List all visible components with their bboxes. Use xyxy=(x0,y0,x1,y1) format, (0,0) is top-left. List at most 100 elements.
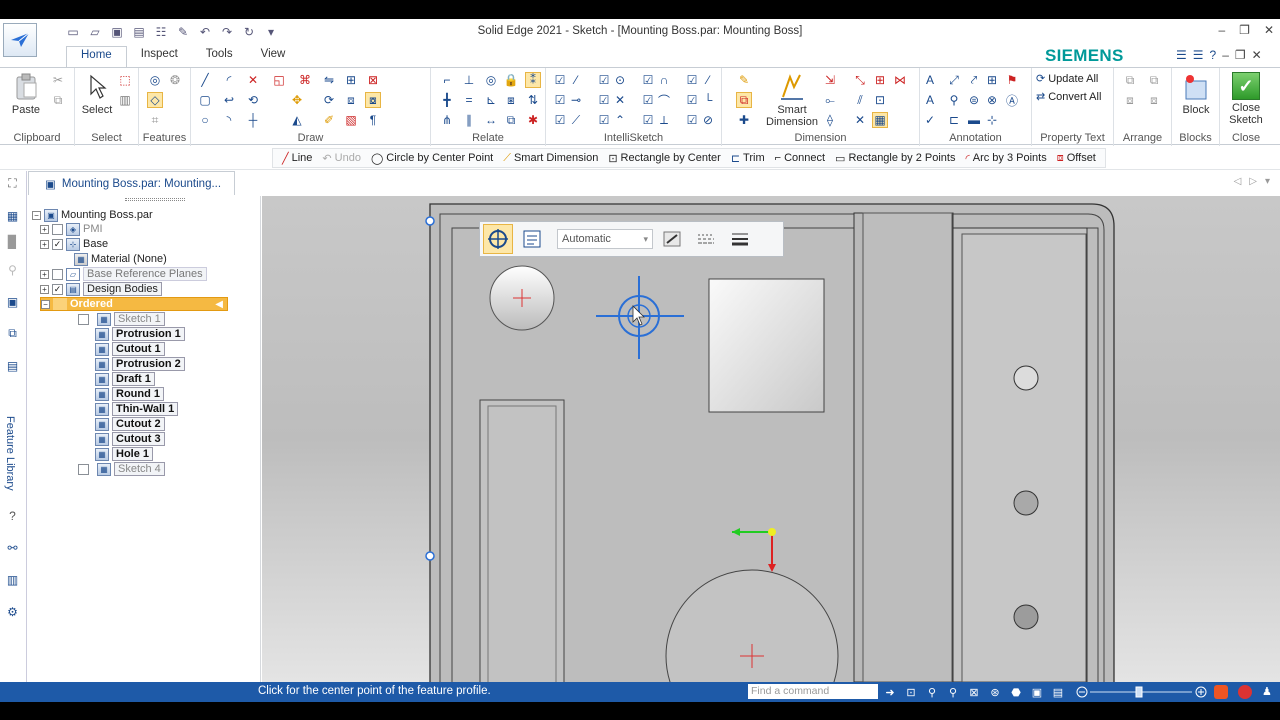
frame-icon[interactable]: ⊏ xyxy=(946,112,962,128)
rigid-icon[interactable]: ⧆ xyxy=(503,92,519,108)
tree-feature[interactable]: ▦ Thin-Wall 1 xyxy=(95,402,179,416)
point-on-icon[interactable]: ⟋ xyxy=(568,112,584,128)
distance-icon[interactable]: ⤡ xyxy=(852,72,868,88)
intellisketch-check-3[interactable]: ☑ xyxy=(640,72,656,88)
views-tab-icon[interactable]: ▣ xyxy=(4,293,21,310)
tangency-icon[interactable]: ∩ xyxy=(656,72,672,88)
collapse-icon[interactable]: − xyxy=(32,210,41,220)
close-button[interactable]: ✕ xyxy=(1264,23,1274,37)
person-icon[interactable]: ♟ xyxy=(1262,685,1272,698)
flag-icon[interactable]: ⚑ xyxy=(1004,72,1020,88)
circle-center-button[interactable] xyxy=(483,224,513,254)
select-button[interactable]: Select xyxy=(80,72,114,116)
layout-icon[interactable]: ☰ xyxy=(1176,48,1187,62)
record-icon[interactable] xyxy=(1238,685,1252,699)
curve-tool-icon[interactable]: ↩ xyxy=(221,92,237,108)
group-icon[interactable]: ⧈ xyxy=(1122,92,1138,108)
horizontal-vertical-icon[interactable]: ╋ xyxy=(439,92,455,108)
ordinate-icon[interactable]: ⊡ xyxy=(872,92,888,108)
expand-icon[interactable]: + xyxy=(40,269,49,279)
pmi-checkbox[interactable] xyxy=(52,223,63,235)
close-sketch-button[interactable]: ✓ Close Sketch xyxy=(1224,72,1268,126)
arc2-tool-icon[interactable]: ◝ xyxy=(221,112,237,128)
relation-handles-icon[interactable]: ↔ xyxy=(483,112,499,128)
tree-feature[interactable]: ▦ Sketch 1 xyxy=(78,312,165,326)
cmd-rectangle-by-2-points[interactable]: ▭ Rectangle by 2 Points xyxy=(830,152,960,165)
sketch-canvas[interactable] xyxy=(262,196,1280,682)
collinear-icon[interactable]: ⋔ xyxy=(439,112,455,128)
zoom-slider[interactable] xyxy=(1076,685,1208,699)
tab-view[interactable]: View xyxy=(247,46,300,67)
move-tool-icon[interactable]: ✥ xyxy=(289,92,305,108)
pan-icon[interactable]: ⊠ xyxy=(966,684,982,700)
youtube-icon[interactable] xyxy=(1214,685,1228,699)
feature-library-tab[interactable]: Feature Library xyxy=(4,416,16,491)
feature-a-icon[interactable]: ◎ xyxy=(147,72,163,88)
ungroup-icon[interactable]: ⧈ xyxy=(1146,92,1162,108)
text-box-icon[interactable]: Ⓐ xyxy=(1004,92,1020,108)
symmetric-icon[interactable]: ⇅ xyxy=(525,92,541,108)
library-tab-icon[interactable]: ▥ xyxy=(4,571,21,588)
feature-b-icon[interactable]: ❂ xyxy=(167,72,183,88)
cmd-connect[interactable]: ⌐ Connect xyxy=(770,152,830,164)
cmd-line[interactable]: ╱ Line xyxy=(277,152,317,165)
zoom-icon[interactable]: ⚲ xyxy=(924,684,940,700)
tree-feature[interactable]: ▦ Sketch 4 xyxy=(78,462,165,476)
document-tab[interactable]: ▣ Mounting Boss.par: Mounting... xyxy=(28,171,235,195)
hatch-tool-icon[interactable]: ▧ xyxy=(343,112,359,128)
design-bodies-checkbox[interactable]: ✓ xyxy=(52,283,63,295)
center-point-icon[interactable]: ⊙ xyxy=(612,72,628,88)
pathfinder-pin-icon[interactable]: ⛶ xyxy=(4,175,21,192)
tree-base[interactable]: + ✓ ⊹ Base xyxy=(40,237,108,251)
settings-tab-icon[interactable]: ⚙ xyxy=(4,603,21,620)
chamfer-dim-icon[interactable]: ⫽ xyxy=(852,92,868,108)
tree-feature[interactable]: ▦ Cutout 2 xyxy=(95,417,165,431)
cross-icon[interactable]: ⊹ xyxy=(984,112,1000,128)
relate-active-icon[interactable]: ⁑ xyxy=(525,72,541,88)
tree-ordered[interactable]: − Ordered ◀ xyxy=(40,297,228,311)
text-profile-icon[interactable]: ⌘ xyxy=(297,72,313,88)
bring-front-icon[interactable]: ⧉ xyxy=(1122,72,1138,88)
copy-icon[interactable]: ⧉ xyxy=(50,92,66,108)
cmd-trim[interactable]: ⊏ Trim xyxy=(726,152,770,165)
tree-feature[interactable]: ▦ Hole 1 xyxy=(95,447,154,461)
cmd-circle-by-center-point[interactable]: ◯ Circle by Center Point xyxy=(366,152,498,165)
intellisketch-check-1[interactable]: ☑ xyxy=(552,72,568,88)
color-select[interactable]: Automatic ▾ xyxy=(557,229,653,249)
collapse-icon[interactable]: − xyxy=(41,299,50,309)
coordinate-icon[interactable]: ⊞ xyxy=(872,72,888,88)
feature-checkbox[interactable] xyxy=(78,313,89,325)
pathfinder-tab-icon[interactable]: ▦ xyxy=(4,207,21,224)
family-tab-icon[interactable]: ⧉ xyxy=(4,325,21,342)
surface-icon[interactable]: ⊜ xyxy=(966,92,982,108)
smart-dimension-button[interactable]: Smart Dimension xyxy=(764,72,820,128)
split-tool-icon[interactable]: ┼ xyxy=(245,112,261,128)
display-icon[interactable]: ▤ xyxy=(1050,684,1066,700)
edge-icon[interactable]: ✓ xyxy=(922,112,938,128)
layers-tab-icon[interactable]: ▉ xyxy=(4,233,21,250)
intellisketch-check-12[interactable]: ☑ xyxy=(684,112,700,128)
layout2-icon[interactable]: ☰ xyxy=(1193,48,1204,62)
tab-home[interactable]: Home xyxy=(66,46,127,67)
tab-inspect[interactable]: Inspect xyxy=(127,46,192,67)
horizontal-icon[interactable]: └ xyxy=(700,92,716,108)
tree-feature[interactable]: ▦ Cutout 1 xyxy=(95,342,165,356)
relate-extra-icon[interactable]: ✱ xyxy=(525,112,541,128)
equal-icon[interactable]: = xyxy=(461,92,477,108)
slope-icon[interactable]: ⁄ xyxy=(700,72,716,88)
stretch-tool-icon[interactable]: ⊠ xyxy=(365,72,381,88)
perpendicular-icon[interactable]: ⊥ xyxy=(461,72,477,88)
concentric-icon[interactable]: ◎ xyxy=(483,72,499,88)
intellisketch-check-10[interactable]: ☑ xyxy=(596,112,612,128)
callout-icon[interactable]: ⤤ xyxy=(966,72,982,88)
tab-tools[interactable]: Tools xyxy=(192,46,247,67)
minimize-button[interactable]: – xyxy=(1218,23,1225,37)
weld-icon[interactable]: ⚲ xyxy=(946,92,962,108)
intellisketch-check-6[interactable]: ☑ xyxy=(596,92,612,108)
tree-feature[interactable]: ▦ Protrusion 2 xyxy=(95,357,185,371)
parallel-icon[interactable]: ∥ xyxy=(461,112,477,128)
tool-b-icon[interactable]: ⧉ xyxy=(736,92,752,108)
tree-pmi[interactable]: + ◈ PMI xyxy=(40,222,103,236)
project-tool-icon[interactable]: ◭ xyxy=(289,112,305,128)
radial-icon[interactable]: ⟠ xyxy=(822,112,838,128)
